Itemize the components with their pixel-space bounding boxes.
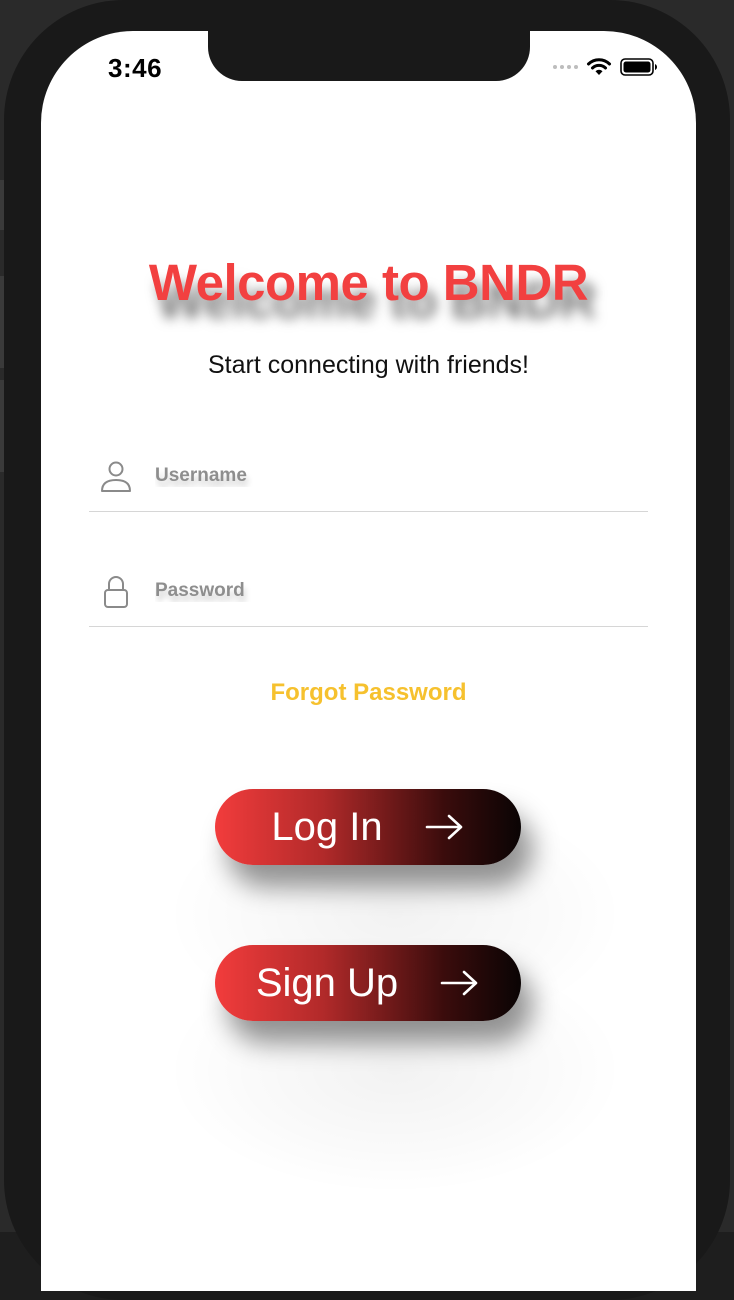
person-icon [101,461,131,492]
battery-icon [620,58,657,76]
status-icons [553,57,658,77]
login-button-label: Log In [271,804,383,849]
signup-button-container: Sign Up [165,945,625,1195]
wifi-icon [587,58,611,75]
username-field[interactable] [89,451,648,512]
signup-button[interactable]: Sign Up [215,945,521,1021]
device-frame: 3:46 Welcome to BNDR Start connecting wi… [0,0,734,1300]
screen: 3:46 Welcome to BNDR Start connecting wi… [41,31,696,1291]
notch [208,31,530,81]
password-field[interactable] [89,566,648,627]
status-time: 3:46 [108,53,163,83]
login-button[interactable]: Log In [215,789,521,865]
username-input[interactable] [155,461,625,491]
arrow-right-icon [440,970,478,996]
page-subtitle: Start connecting with friends! [208,351,529,379]
forgot-password-link[interactable]: Forgot Password [41,679,696,707]
page-title: Welcome to BNDR [148,254,589,311]
arrow-right-icon [425,814,462,840]
signal-dots-icon [553,65,578,69]
signup-button-label: Sign Up [255,960,399,1005]
password-input[interactable] [155,576,625,606]
lock-icon [104,576,128,608]
